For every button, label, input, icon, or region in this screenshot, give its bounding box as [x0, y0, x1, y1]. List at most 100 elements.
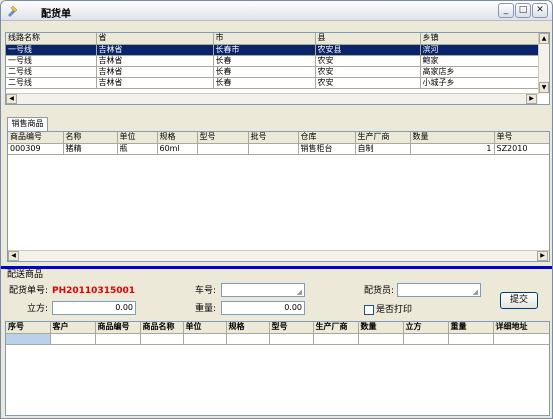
detail-column-header[interactable]: 数量: [358, 322, 404, 334]
product-column-header[interactable]: 型号: [197, 132, 249, 144]
table-cell[interactable]: [95, 333, 141, 345]
detail-column-header[interactable]: 序号: [6, 322, 51, 334]
close-button[interactable]: ✕: [532, 3, 548, 18]
route-column-header[interactable]: 乡镇: [420, 33, 539, 45]
scroll-up-icon[interactable]: ▲: [539, 33, 549, 44]
detail-column-header[interactable]: 客户: [50, 322, 96, 334]
product-column-header[interactable]: 单号: [494, 132, 549, 144]
submit-button[interactable]: 提交: [500, 292, 538, 309]
scroll-down-icon[interactable]: ▼: [539, 82, 549, 93]
table-cell: 吉林省: [96, 77, 214, 89]
table-cell: 农安: [315, 77, 421, 89]
print-checkbox[interactable]: [364, 305, 374, 315]
detail-column-header[interactable]: 商品编号: [95, 322, 141, 334]
route-vertical-scrollbar[interactable]: ▲ ▼: [538, 33, 549, 94]
product-column-header[interactable]: 仓库: [298, 132, 356, 144]
scroll-left-icon[interactable]: ◀: [8, 251, 19, 261]
product-column-header[interactable]: 生产厂商: [355, 132, 411, 144]
product-column-header[interactable]: 规格: [157, 132, 198, 144]
detail-column-header[interactable]: 详细地址: [493, 322, 549, 334]
delivery-detail-table: 序号 客户 商品编号 商品名称 单位 规格 型号 生产厂商 数量 立方 重量 详细地址: [6, 322, 549, 345]
table-cell: 瓶: [117, 143, 158, 155]
staff-label: 配货员:: [364, 286, 395, 296]
product-header-row: 商品编号 名称 单位 规格 型号 批号 仓库 生产厂商 数量 单号: [8, 132, 549, 144]
truck-no-label: 车号:: [195, 286, 217, 296]
detail-column-header[interactable]: 型号: [269, 322, 314, 334]
table-cell[interactable]: [269, 333, 314, 345]
route-column-header[interactable]: 市: [213, 33, 316, 45]
table-cell[interactable]: [50, 333, 96, 345]
table-cell[interactable]: [140, 333, 184, 345]
detail-column-header[interactable]: 单位: [183, 322, 227, 334]
table-cell: 滨河: [420, 44, 539, 56]
table-row[interactable]: 二号线 吉林省 长春 农安 小城子乡: [6, 77, 539, 89]
table-cell: 二号线: [6, 66, 97, 78]
table-cell: 农安县: [315, 44, 421, 56]
section-divider: [1, 266, 552, 269]
table-cell: 销售柜台: [298, 143, 356, 155]
product-column-header[interactable]: 批号: [248, 132, 299, 144]
table-cell: 长春: [213, 77, 316, 89]
detail-column-header[interactable]: 立方: [403, 322, 449, 334]
weight-input[interactable]: 0.00: [221, 301, 305, 315]
title-bar[interactable]: 配货单 _ □ ✕: [1, 1, 552, 21]
product-column-header[interactable]: 单位: [117, 132, 158, 144]
product-column-header[interactable]: 名称: [63, 132, 118, 144]
product-horizontal-scrollbar[interactable]: ◀ ▶: [8, 250, 549, 261]
detail-column-header[interactable]: 重量: [448, 322, 494, 334]
scroll-left-icon[interactable]: ◀: [6, 94, 17, 104]
minimize-button[interactable]: _: [498, 3, 514, 18]
detail-column-header[interactable]: 商品名称: [140, 322, 184, 334]
table-cell[interactable]: [226, 333, 270, 345]
detail-column-header[interactable]: 生产厂商: [313, 322, 359, 334]
route-column-header[interactable]: 线路名称: [6, 33, 97, 45]
detail-column-header[interactable]: 规格: [226, 322, 270, 334]
table-row[interactable]: [6, 333, 549, 345]
table-row[interactable]: 一号线 吉林省 长春市 农安县 滨河: [6, 44, 539, 56]
table-cell: 自制: [355, 143, 411, 155]
table-cell: 1: [410, 143, 495, 155]
table-row[interactable]: 000309 猪精瓶 60ml 销售柜台 自制 1 SZ2010: [8, 143, 549, 155]
table-cell: 猪精: [63, 143, 118, 155]
scroll-right-icon[interactable]: ▶: [537, 251, 548, 261]
volume-label: 立方:: [27, 304, 49, 314]
product-grid[interactable]: 商品编号 名称 单位 规格 型号 批号 仓库 生产厂商 数量 单号 000309 猪精瓶 60ml 销售…: [7, 131, 550, 262]
table-cell: 长春市: [213, 44, 316, 56]
route-grid[interactable]: 线路名称省市县乡镇 一号线 吉林省 长春市 农安县 滨河 一号线 吉林省 长春 农安 鲍家 二号线吉…: [5, 32, 550, 105]
product-table: 商品编号 名称 单位 规格 型号 批号 仓库 生产厂商 数量 单号 000309 猪精瓶 60ml 销售…: [8, 132, 549, 155]
delivery-section-label: 配送商品: [7, 270, 44, 280]
table-cell[interactable]: [358, 333, 404, 345]
table-row[interactable]: 一号线 吉林省 长春 农安 鲍家: [6, 55, 539, 67]
maximize-button[interactable]: □: [515, 3, 531, 18]
route-horizontal-scrollbar[interactable]: ◀ ▶: [6, 93, 538, 104]
staff-input[interactable]: ◢: [397, 283, 481, 297]
product-column-header[interactable]: 商品编号: [8, 132, 64, 144]
table-cell: 长春: [213, 66, 316, 78]
table-cell[interactable]: [493, 333, 549, 345]
table-cell[interactable]: [313, 333, 359, 345]
table-cell: 一号线: [6, 44, 97, 56]
table-cell: 吉林省: [96, 55, 214, 67]
table-cell: 农安: [315, 55, 421, 67]
product-column-header[interactable]: 数量: [410, 132, 495, 144]
table-cell[interactable]: [183, 333, 227, 345]
table-cell[interactable]: [403, 333, 449, 345]
table-cell: 吉林省: [96, 66, 214, 78]
delivery-detail-header-row: 序号 客户 商品编号 商品名称 单位 规格 型号 生产厂商 数量 立方 重量 详细地址: [6, 322, 549, 334]
weight-label: 重量:: [195, 304, 217, 314]
table-cell: 一号线: [6, 55, 97, 67]
volume-input[interactable]: 0.00: [52, 301, 136, 315]
table-cell[interactable]: [448, 333, 494, 345]
order-no-value: PH20110315001: [52, 286, 136, 296]
scroll-right-icon[interactable]: ▶: [526, 94, 537, 104]
window: 配货单 _ □ ✕ 线路名称省市县乡镇 一号线 吉林省 长春市 农安县 滨河 一号线 吉林省…: [0, 0, 553, 419]
route-column-header[interactable]: 县: [315, 33, 421, 45]
table-cell: 60ml: [157, 143, 198, 155]
table-row[interactable]: 二号线 吉林省 长春 农安 高家店乡: [6, 66, 539, 78]
route-column-header[interactable]: 省: [96, 33, 214, 45]
tab-sales-products[interactable]: 销售商品: [7, 117, 48, 131]
table-cell[interactable]: [6, 333, 51, 345]
delivery-detail-grid[interactable]: 序号 客户 商品编号 商品名称 单位 规格 型号 生产厂商 数量 立方 重量 详细地址: [5, 321, 550, 416]
table-cell: [197, 143, 249, 155]
truck-no-input[interactable]: ◢: [221, 283, 305, 297]
